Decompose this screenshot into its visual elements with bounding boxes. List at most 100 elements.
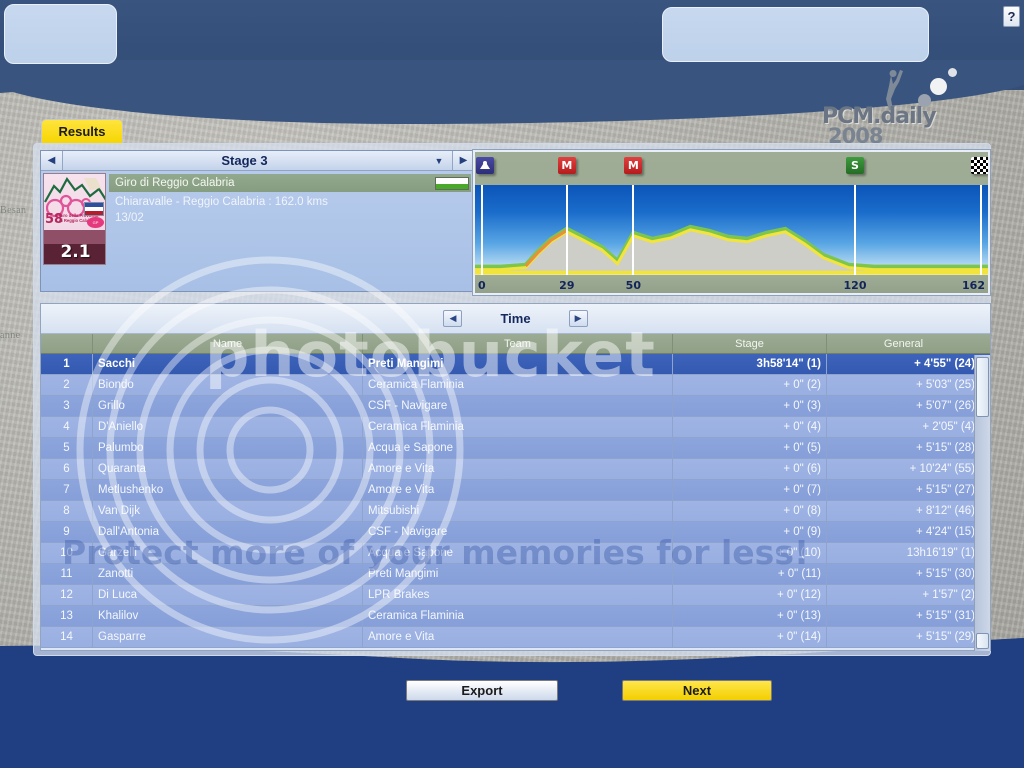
cell-pos: 7	[41, 479, 93, 501]
cell-general: + 5'07" (26)	[915, 399, 975, 412]
logo-dot-small	[918, 94, 931, 107]
cell-team: Ceramica Flaminia	[363, 605, 673, 627]
scrollbar-thumb-bottom[interactable]	[976, 633, 989, 649]
stage-profile-panel[interactable]: M M S 0 29 50 120 162	[472, 149, 991, 296]
cell-name: Grillo	[93, 395, 363, 417]
cell-team: Acqua e Sapone	[363, 542, 673, 564]
time-prev-button[interactable]: ◀	[443, 310, 463, 327]
table-row[interactable]: 8 Van Dijk Mitsubishi + 0" (8) + 8'12" (46)	[41, 500, 990, 522]
cell-pos: 5	[41, 437, 93, 459]
cell-team: Acqua e Sapone	[363, 437, 673, 459]
column-header-position[interactable]	[41, 334, 93, 353]
stage-selector: ◀ Stage 3 ▼ ▶	[41, 151, 474, 171]
chevron-down-icon[interactable]: ▼	[426, 151, 452, 170]
cell-pos: 13	[41, 605, 93, 627]
table-row[interactable]: 5 Palumbo Acqua e Sapone + 0" (5) + 5'15" (2…	[41, 437, 990, 459]
cell-general: + 10'24" (55)	[909, 462, 975, 475]
results-table-panel: ◀ Time ▶ Name Team Stage General 1 Sacchi…	[40, 303, 991, 651]
table-row[interactable]: 14 Gasparre Amore e Vita + 0" (14) + 5'15" (…	[41, 626, 990, 648]
profile-axis: 0 29 50 120 162	[475, 275, 988, 293]
cell-general: + 4'55" (24)	[914, 357, 975, 370]
cell-pos: 14	[41, 626, 93, 648]
stage-prev-button[interactable]: ◀	[41, 151, 63, 170]
cell-stage: + 0" (10)	[673, 542, 827, 564]
axis-tick: 0	[478, 279, 486, 292]
cell-pos: 9	[41, 521, 93, 543]
cell-stage: + 0" (13)	[673, 605, 827, 627]
column-header-name[interactable]: Name	[93, 334, 363, 353]
cell-general: + 1'57" (2)	[922, 588, 975, 601]
profile-marker-start-icon	[476, 157, 494, 174]
tab-results[interactable]: Results	[41, 119, 123, 144]
column-header-general[interactable]: General	[827, 334, 980, 353]
column-header-team[interactable]: Team	[363, 334, 673, 353]
cell-stage: + 0" (12)	[673, 584, 827, 606]
cell-team: Amore e Vita	[363, 479, 673, 501]
cell-team: Preti Mangimi	[363, 354, 673, 375]
cell-stage: + 0" (5)	[673, 437, 827, 459]
axis-tick: 120	[843, 279, 867, 292]
profile-marker-line	[565, 185, 568, 275]
table-row[interactable]: 7 Metlushenko Amore e Vita + 0" (7) + 5'15" …	[41, 479, 990, 501]
cell-pos: 1	[41, 354, 93, 375]
profile-marker-finish-icon	[971, 157, 988, 174]
time-mode-label: Time	[500, 311, 531, 326]
cell-team: CSF - Navigare	[363, 521, 673, 543]
table-row[interactable]: 1 Sacchi Preti Mangimi 3h58'14" (1) + 4'55" …	[41, 354, 990, 375]
race-body: 58 Giro della Provincia di Reggio Calabr…	[41, 171, 474, 292]
column-header-stage[interactable]: Stage	[673, 334, 827, 353]
cell-name: Palumbo	[93, 437, 363, 459]
table-row[interactable]: 4 D'Aniello Ceramica Flaminia + 0" (4) + 2'0…	[41, 416, 990, 438]
next-button[interactable]: Next	[622, 680, 772, 701]
race-date: 13/02	[115, 212, 144, 224]
stage-next-button[interactable]: ▶	[452, 151, 474, 170]
table-row[interactable]: 13 Khalilov Ceramica Flaminia + 0" (13) + 5'…	[41, 605, 990, 627]
cell-name: Quaranta	[93, 458, 363, 480]
logo-dot-large	[930, 78, 947, 95]
table-row[interactable]: 2 Biondo Ceramica Flaminia + 0" (2) + 5'03" …	[41, 374, 990, 396]
table-rows: 1 Sacchi Preti Mangimi 3h58'14" (1) + 4'55" …	[41, 354, 990, 650]
cell-team: Preti Mangimi	[363, 563, 673, 585]
cell-general: 13h16'19" (1)	[906, 546, 975, 559]
top-left-panel[interactable]	[4, 4, 117, 64]
table-scrollbar[interactable]	[974, 355, 990, 651]
race-flag-chip-icon	[435, 176, 469, 190]
cell-stage: + 0" (11)	[673, 563, 827, 585]
cell-stage: + 0" (3)	[673, 395, 827, 417]
race-logo-badge: GP	[87, 217, 104, 228]
map-label: anne	[0, 330, 21, 341]
table-row[interactable]: 3 Grillo CSF - Navigare + 0" (3) + 5'07" (26…	[41, 395, 990, 417]
cell-name: Gasparre	[93, 626, 363, 648]
cell-general: + 5'15" (30)	[915, 567, 975, 580]
cell-pos: 8	[41, 500, 93, 522]
table-row[interactable]: 10 Garzelli Acqua e Sapone + 0" (10) 13h16'1…	[41, 542, 990, 564]
axis-tick: 162	[962, 279, 985, 292]
cell-pos: 12	[41, 584, 93, 606]
axis-tick: 29	[559, 279, 575, 292]
table-row[interactable]: 12 Di Luca LPR Brakes + 0" (12) + 1'57" (2)	[41, 584, 990, 606]
profile-marker-sprint-icon: S	[846, 157, 864, 174]
export-button[interactable]: Export	[406, 680, 558, 701]
stage-profile-chart: M M S 0 29 50 120 162	[475, 152, 988, 293]
top-right-panel[interactable]	[662, 7, 929, 62]
cell-team: Amore e Vita	[363, 626, 673, 648]
cell-general: + 5'15" (27)	[915, 483, 975, 496]
cell-name: Dall'Antonia	[93, 521, 363, 543]
race-route: Chiaravalle - Reggio Calabria : 162.0 km…	[115, 196, 328, 208]
cell-team: CSF - Navigare	[363, 395, 673, 417]
table-row[interactable]: 6 Quaranta Amore e Vita + 0" (6) + 10'24" (5…	[41, 458, 990, 480]
cell-pos: 3	[41, 395, 93, 417]
cell-name: D'Aniello	[93, 416, 363, 438]
axis-tick: 50	[625, 279, 641, 292]
pcm-daily-logo: PCM.daily 2008	[822, 66, 957, 148]
help-icon[interactable]: ?	[1003, 6, 1020, 27]
cell-team: Ceramica Flaminia	[363, 416, 673, 438]
scrollbar-thumb[interactable]	[976, 357, 989, 417]
table-row[interactable]: 9 Dall'Antonia CSF - Navigare + 0" (9) + 4'2…	[41, 521, 990, 543]
cell-team: Mitsubishi	[363, 500, 673, 522]
cell-stage: + 0" (8)	[673, 500, 827, 522]
time-mode-bar: ◀ Time ▶	[41, 304, 990, 334]
table-row[interactable]: 11 Zanotti Preti Mangimi + 0" (11) + 5'15" (…	[41, 563, 990, 585]
time-next-button[interactable]: ▶	[568, 310, 588, 327]
cell-stage: + 0" (9)	[673, 521, 827, 543]
